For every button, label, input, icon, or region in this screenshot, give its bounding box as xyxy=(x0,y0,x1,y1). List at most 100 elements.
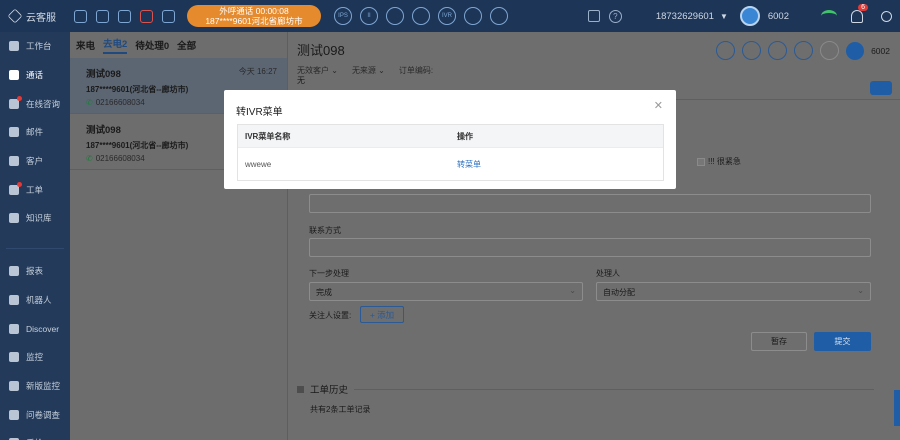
monitor-new-icon xyxy=(9,380,19,391)
sidebar-item-label: 新版监控 xyxy=(26,380,61,391)
sidebar-item-label: 工作台 xyxy=(26,41,52,52)
help-icon[interactable]: ? xyxy=(608,9,622,23)
add-follower-button[interactable]: + 添加 xyxy=(360,306,404,323)
phone-number[interactable]: 18732629601 xyxy=(656,11,714,22)
transfer-button[interactable] xyxy=(386,7,404,25)
sidebar-item-label: 在线咨询 xyxy=(26,98,61,109)
avatar[interactable] xyxy=(846,41,865,60)
sidebar: 工作台 通话 在线咨询 邮件 客户 工单 知识库 报表 机器人 Discover… xyxy=(0,32,70,440)
survey-icon xyxy=(9,409,19,420)
tag-button[interactable] xyxy=(490,7,508,25)
source-dropdown[interactable]: 无来源 ⌄ xyxy=(352,65,385,76)
discover-icon xyxy=(9,323,19,334)
column-header-name: IVR菜单名称 xyxy=(245,131,291,141)
sidebar-item-ticket[interactable]: 工单 xyxy=(0,175,70,204)
satisfaction-button[interactable] xyxy=(464,7,482,25)
chevron-down-icon: ⌄ xyxy=(857,286,864,295)
email-icon[interactable] xyxy=(820,41,840,60)
line-number: 02166608034 xyxy=(95,98,145,107)
next-step-select[interactable]: 完成 ⌄ xyxy=(309,282,583,301)
message-icon[interactable] xyxy=(794,41,814,60)
urgent-checkbox[interactable]: !!! 很紧急 xyxy=(697,156,741,167)
book-icon xyxy=(9,213,19,224)
sidebar-item-monitor[interactable]: 监控 xyxy=(0,343,70,372)
column-header-action: 操作 xyxy=(457,131,473,141)
call-tabs: 来电 去电2 待处理0 全部 xyxy=(70,32,287,58)
tab-all[interactable]: 全部 xyxy=(177,38,196,52)
tab-incoming[interactable]: 来电 xyxy=(76,38,95,52)
contact-field[interactable] xyxy=(309,238,871,257)
sidebar-item-label: 报表 xyxy=(26,266,44,277)
transfer-menu-link[interactable]: 转菜单 xyxy=(457,160,481,169)
sidebar-item-online-chat[interactable]: 在线咨询 xyxy=(0,89,70,118)
page-title: 测试098 xyxy=(297,43,345,58)
sidebar-toggle-icon[interactable] xyxy=(74,9,87,23)
divider xyxy=(354,388,875,390)
app-logo: 云客服 xyxy=(0,8,70,24)
ivr-menu-name: wwewe xyxy=(245,159,272,169)
agent-avatar[interactable] xyxy=(739,6,760,26)
urgent-label: !!! 很紧急 xyxy=(708,157,741,166)
handler-select[interactable]: 自动分配 ⌄ xyxy=(596,282,871,301)
monitor-icon xyxy=(9,352,19,363)
chevron-down-icon: ⌄ xyxy=(569,286,576,295)
hold-button[interactable]: II xyxy=(360,7,378,25)
submit-button[interactable]: 提交 xyxy=(814,332,871,351)
table-header: IVR菜单名称 操作 xyxy=(238,125,663,147)
side-float-tab[interactable] xyxy=(894,390,900,426)
close-icon[interactable]: ✕ xyxy=(654,99,663,112)
customer-meta: 无效客户 ⌄ 无来源 ⌄ 订单编码: xyxy=(297,65,433,76)
sidebar-item-calls[interactable]: 通话 xyxy=(0,61,70,90)
sidebar-item-knowledge[interactable]: 知识库 xyxy=(0,204,70,233)
ticket-content-field[interactable] xyxy=(309,194,871,213)
sidebar-item-survey[interactable]: 问卷调查 xyxy=(0,400,70,429)
ticket-history-count: 共有2条工单记录 xyxy=(310,405,371,414)
consult-button[interactable] xyxy=(412,7,430,25)
sidebar-item-label: 问卷调查 xyxy=(26,409,61,420)
next-step-label: 下一步处理 xyxy=(309,269,349,278)
tab-pending[interactable]: 待处理0 xyxy=(135,38,169,52)
list-icon[interactable] xyxy=(742,41,762,60)
bell-icon[interactable]: 6 xyxy=(851,3,868,23)
sidebar-item-mail[interactable]: 邮件 xyxy=(0,118,70,147)
sidebar-item-label: 邮件 xyxy=(26,127,44,138)
phone-icon xyxy=(9,70,19,81)
power-icon[interactable] xyxy=(881,10,892,22)
chat-icon xyxy=(9,95,22,109)
megaphone-icon[interactable] xyxy=(96,9,109,23)
no-email-icon[interactable] xyxy=(140,9,153,23)
hangup-icon[interactable] xyxy=(162,9,175,23)
agent-id[interactable]: 6002 xyxy=(871,46,890,56)
sidebar-item-robot[interactable]: 机器人 xyxy=(0,286,70,315)
checkbox-icon xyxy=(697,157,705,166)
agent-id[interactable]: 6002 xyxy=(768,11,789,22)
sidebar-item-label: 客户 xyxy=(26,156,44,167)
book-icon[interactable] xyxy=(587,10,600,22)
sidebar-item-workbench[interactable]: 工作台 xyxy=(0,32,70,61)
toolbar-icons xyxy=(74,9,175,23)
chat-bubble-icon[interactable] xyxy=(118,9,131,23)
ivr-button[interactable]: IVR xyxy=(438,7,456,25)
expand-panel-button[interactable] xyxy=(870,81,892,95)
sidebar-item-report[interactable]: 报表 xyxy=(0,257,70,286)
call-status-box[interactable]: 外呼通话 00:00:08 187****9601河北省廊坊市 xyxy=(187,5,321,27)
tab-outgoing[interactable]: 去电2 xyxy=(103,36,128,54)
sidebar-item-discover[interactable]: Discover xyxy=(0,314,70,343)
ips-button[interactable]: IPS xyxy=(334,7,352,25)
follower-label: 关注人设置: xyxy=(309,311,352,320)
sidebar-item-label: Discover xyxy=(26,323,60,334)
sidebar-item-quality[interactable]: 质检 xyxy=(0,429,70,440)
section-icon xyxy=(297,385,304,393)
sidebar-item-customer[interactable]: 客户 xyxy=(0,147,70,176)
order-code-value: 无 xyxy=(297,76,305,85)
chevron-down-icon[interactable]: ▼ xyxy=(720,12,728,21)
sidebar-item-new-monitor[interactable]: 新版监控 xyxy=(0,372,70,401)
robot-icon xyxy=(9,294,19,305)
contact-name: 测试098 xyxy=(86,69,121,80)
save-draft-button[interactable]: 暂存 xyxy=(751,332,807,351)
handler-label: 处理人 xyxy=(596,269,620,278)
ticket-history-title: 工单历史 xyxy=(310,385,349,396)
edit-icon[interactable] xyxy=(716,41,736,60)
call-icon[interactable] xyxy=(768,41,788,60)
phone-icon: ✆ xyxy=(86,154,93,163)
